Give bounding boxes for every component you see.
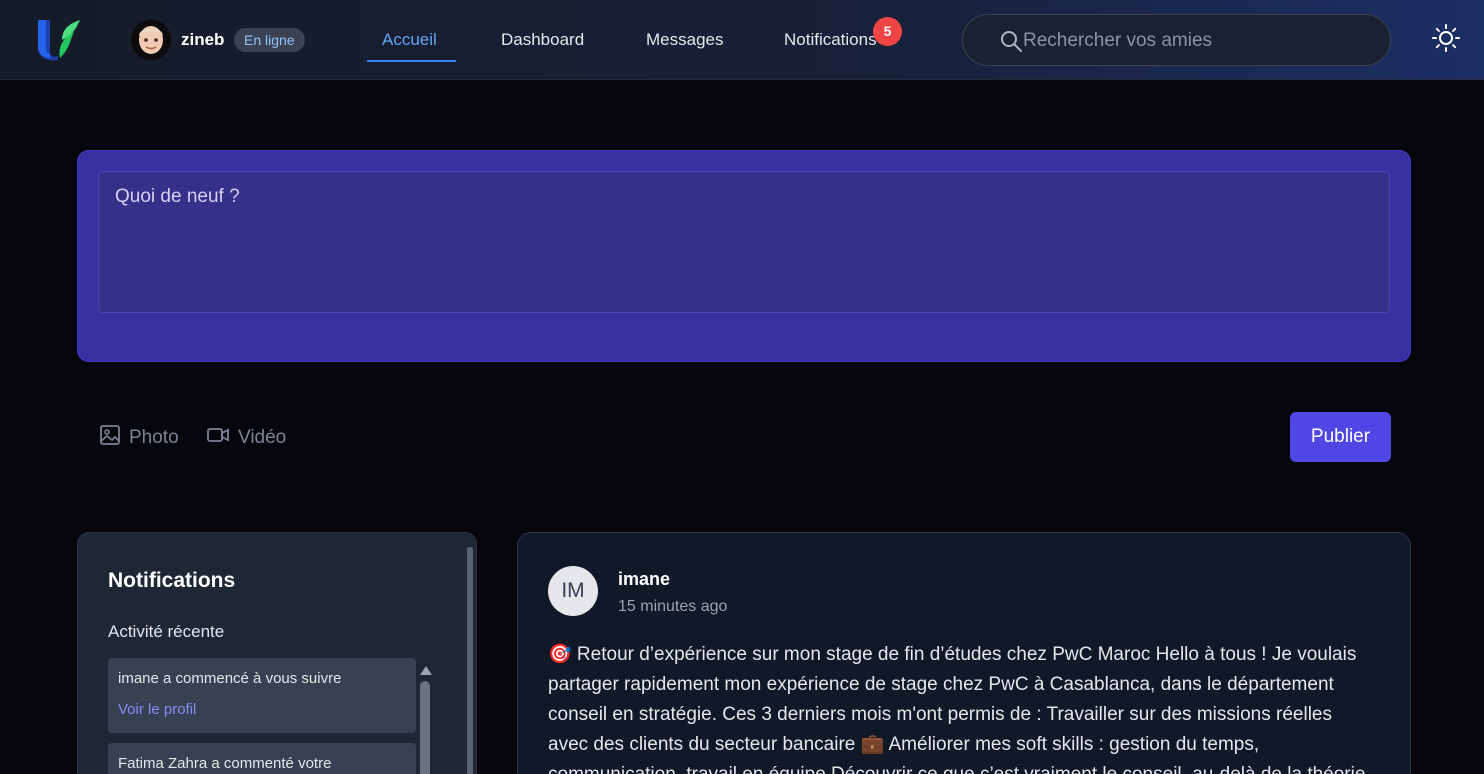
sun-icon (1430, 24, 1462, 58)
active-nav-indicator (367, 60, 456, 62)
add-photo-button[interactable]: Photo (99, 424, 179, 452)
post-card: IM imane 15 minutes ago 🎯 Retour d’expér… (517, 532, 1411, 774)
nav-messages[interactable]: Messages (646, 30, 723, 50)
notifications-count-badge[interactable]: 5 (873, 17, 902, 46)
nav-dashboard[interactable]: Dashboard (501, 30, 584, 50)
notifications-panel: Notifications Activité récente imane a c… (77, 532, 477, 774)
theme-toggle-button[interactable] (1430, 22, 1462, 54)
notifications-panel-title: Notifications (108, 569, 236, 592)
user-avatar[interactable] (131, 20, 171, 60)
post-author-name[interactable]: imane (618, 569, 670, 590)
nav-notifications[interactable]: Notifications (784, 30, 877, 50)
post-text-input[interactable] (98, 171, 1390, 313)
notification-item[interactable]: imane a commencé à vous suivre Voir le p… (108, 658, 416, 733)
top-navbar: zineb En ligne Accueil Dashboard Message… (0, 0, 1484, 80)
search-icon (999, 29, 1023, 53)
post-composer (77, 150, 1411, 362)
app-logo[interactable] (36, 18, 82, 62)
add-photo-label: Photo (129, 427, 179, 448)
add-video-label: Vidéo (238, 427, 287, 448)
nav-accueil[interactable]: Accueil (382, 30, 437, 50)
image-icon (99, 424, 121, 452)
video-icon (206, 424, 230, 452)
author-avatar[interactable]: IM (548, 566, 598, 616)
publish-button[interactable]: Publier (1290, 412, 1391, 462)
panel-scrollbar-thumb[interactable] (467, 547, 473, 774)
user-name: zineb (181, 30, 225, 49)
view-profile-link[interactable]: Voir le profil (118, 701, 196, 718)
online-status-badge: En ligne (234, 28, 305, 52)
notifications-list-scrollbar[interactable] (420, 681, 430, 774)
post-body-text: 🎯 Retour d’expérience sur mon stage de f… (548, 644, 1365, 774)
post-timestamp: 15 minutes ago (618, 598, 728, 615)
notification-text: Fatima Zahra a commenté votre (118, 755, 332, 772)
notification-item[interactable]: Fatima Zahra a commenté votre (108, 743, 416, 774)
notification-text: imane a commencé à vous suivre (118, 670, 342, 687)
scroll-up-arrow-icon[interactable] (419, 663, 433, 675)
add-video-button[interactable]: Vidéo (206, 426, 286, 450)
search-bar[interactable] (962, 14, 1391, 66)
search-input[interactable] (1023, 27, 1363, 55)
recent-activity-heading: Activité récente (108, 622, 225, 641)
